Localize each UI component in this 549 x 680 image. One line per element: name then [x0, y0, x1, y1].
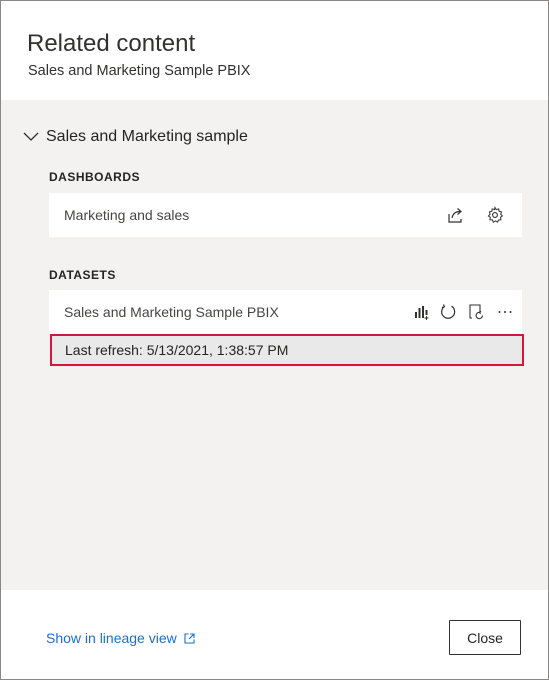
close-button[interactable]: Close — [449, 620, 521, 655]
dialog-title: Related content — [27, 30, 196, 57]
dialog-body: Sales and Marketing sample DASHBOARDS Ma… — [1, 100, 548, 590]
workspace-group-toggle[interactable]: Sales and Marketing sample — [23, 128, 248, 146]
dialog-footer: Show in lineage view Close — [1, 590, 548, 679]
create-report-icon[interactable] — [411, 301, 433, 323]
last-refresh-row: Last refresh: 5/13/2021, 1:38:57 PM — [50, 334, 524, 366]
refresh-icon[interactable] — [437, 301, 459, 323]
last-refresh-text: Last refresh: 5/13/2021, 1:38:57 PM — [65, 342, 289, 358]
external-link-icon — [184, 632, 195, 644]
datasets-section-label: DATASETS — [49, 268, 116, 282]
gear-icon[interactable] — [484, 204, 506, 226]
dialog-header: Related content Sales and Marketing Samp… — [1, 1, 548, 100]
lineage-view-label: Show in lineage view — [46, 630, 177, 646]
lineage-view-link[interactable]: Show in lineage view — [46, 630, 195, 646]
share-icon[interactable] — [445, 204, 467, 226]
dashboard-item-name: Marketing and sales — [64, 207, 190, 223]
dialog-subtitle: Sales and Marketing Sample PBIX — [28, 63, 251, 79]
related-content-dialog: Related content Sales and Marketing Samp… — [0, 0, 549, 680]
dataset-item-name: Sales and Marketing Sample PBIX — [64, 304, 279, 320]
schedule-refresh-icon[interactable] — [465, 301, 487, 323]
dashboards-section-label: DASHBOARDS — [49, 170, 141, 184]
dashboard-item[interactable]: Marketing and sales — [49, 193, 522, 237]
more-options-icon[interactable] — [494, 301, 516, 323]
chevron-down-icon — [23, 132, 39, 141]
workspace-group-name: Sales and Marketing sample — [46, 128, 248, 145]
dataset-item[interactable]: Sales and Marketing Sample PBIX — [49, 290, 522, 334]
